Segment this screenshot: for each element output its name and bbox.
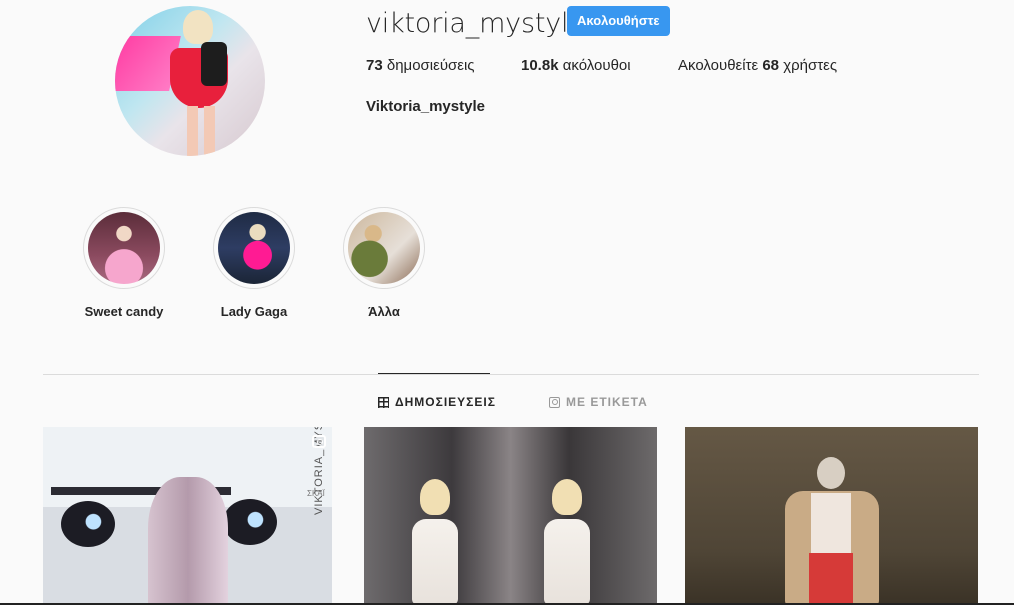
tabs-divider <box>43 374 979 375</box>
tab-posts[interactable]: ΔΗΜΟΣΙΕΥΣΕΙΣ <box>378 395 496 409</box>
posts-count: 73 <box>366 57 383 74</box>
posts-count-stat: 73 δημοσιεύσεις <box>366 57 475 75</box>
following-count: 68 <box>762 57 780 74</box>
stage-light <box>61 501 115 547</box>
photo-figure <box>777 457 887 605</box>
followers-label: ακόλουθοι <box>562 57 631 74</box>
highlight-sweet-candy[interactable]: Sweet candy <box>74 207 174 319</box>
highlight-label: Lady Gaga <box>220 304 288 319</box>
active-tab-indicator <box>378 373 490 374</box>
followers-count: 10.8k <box>521 57 559 74</box>
tab-posts-label: ΔΗΜΟΣΙΕΥΣΕΙΣ <box>395 395 496 409</box>
highlight-lady-gaga[interactable]: Lady Gaga <box>204 207 304 319</box>
following-stat[interactable]: Ακολουθείτε 68 χρήστες <box>678 57 837 75</box>
stage-light <box>223 499 277 545</box>
profile-avatar[interactable] <box>115 6 265 156</box>
highlight-alla[interactable]: Άλλα <box>334 207 434 319</box>
post-thumbnail-1[interactable]: ΣΚΑΪ VIKTORIA_MYSTYLE <box>43 427 332 605</box>
highlight-label: Άλλα <box>368 304 400 319</box>
highlight-cover <box>348 212 420 284</box>
highlight-cover <box>88 212 160 284</box>
avatar-figure <box>183 10 213 44</box>
tab-tagged-label: ΜΕ ΕΤΙΚΕΤΑ <box>566 395 648 409</box>
photo-figure <box>532 479 602 605</box>
post-thumbnail-2[interactable] <box>364 427 657 605</box>
highlight-cover <box>218 212 290 284</box>
follow-button[interactable]: Ακολουθήστε <box>567 6 670 36</box>
tab-tagged[interactable]: ΜΕ ΕΤΙΚΕΤΑ <box>549 395 648 409</box>
highlight-ring <box>343 207 425 289</box>
profile-username: viktoria_mystyle <box>366 8 585 39</box>
video-icon <box>312 435 326 448</box>
followers-stat[interactable]: 10.8k ακόλουθοι <box>521 57 631 75</box>
profile-full-name: Viktoria_mystyle <box>366 98 485 115</box>
following-suffix: χρήστες <box>783 57 838 74</box>
grid-icon <box>378 396 389 408</box>
following-prefix: Ακολουθείτε <box>678 57 759 74</box>
highlight-ring <box>213 207 295 289</box>
tagged-user-icon <box>549 396 560 408</box>
post-thumbnail-3[interactable] <box>685 427 978 605</box>
highlight-label: Sweet candy <box>84 304 164 319</box>
photo-figure <box>400 479 470 605</box>
highlight-ring <box>83 207 165 289</box>
posts-label: δημοσιεύσεις <box>386 57 475 74</box>
